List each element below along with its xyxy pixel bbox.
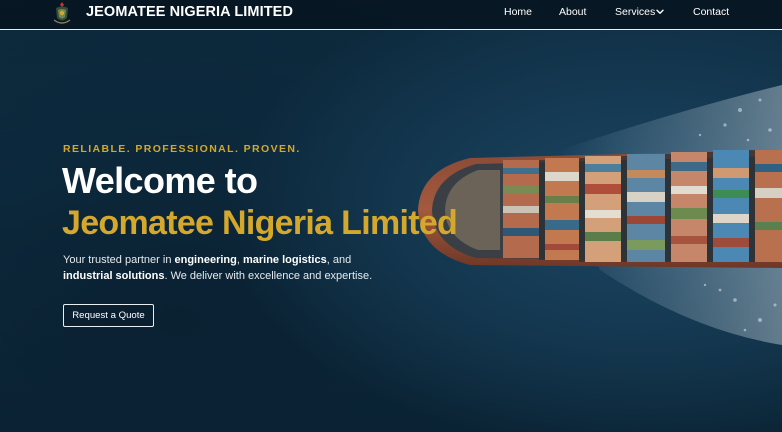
hero-tagline: RELIABLE. PROFESSIONAL. PROVEN. xyxy=(63,143,301,155)
coat-of-arms-icon[interactable] xyxy=(51,0,73,26)
desc-text: , and xyxy=(326,254,352,266)
hero-title-line1: Welcome to xyxy=(62,160,258,201)
desc-text: Your trusted partner in xyxy=(63,254,175,266)
request-quote-button[interactable]: Request a Quote xyxy=(63,304,154,327)
desc-bold-engineering: engineering xyxy=(174,254,237,266)
desc-text: . We deliver with excellence and experti… xyxy=(164,270,373,282)
nav-home-link[interactable]: Home xyxy=(504,6,532,18)
nav-about-link[interactable]: About xyxy=(559,6,586,18)
chevron-down-icon[interactable] xyxy=(656,9,664,15)
hero-description: Your trusted partner in engineering, mar… xyxy=(63,252,393,284)
desc-bold-marine-logistics: marine logistics xyxy=(242,254,327,266)
nav-contact-link[interactable]: Contact xyxy=(693,6,729,18)
nav-services-link[interactable]: Services xyxy=(615,6,655,18)
brand-name[interactable]: JEOMATEE NIGERIA LIMITED xyxy=(86,4,293,20)
desc-bold-industrial-solutions: industrial solutions xyxy=(63,270,165,282)
hero-title-line2: Jeomatee Nigeria Limited xyxy=(62,204,458,242)
navbar: JEOMATEE NIGERIA LIMITED Home About Serv… xyxy=(0,0,782,30)
